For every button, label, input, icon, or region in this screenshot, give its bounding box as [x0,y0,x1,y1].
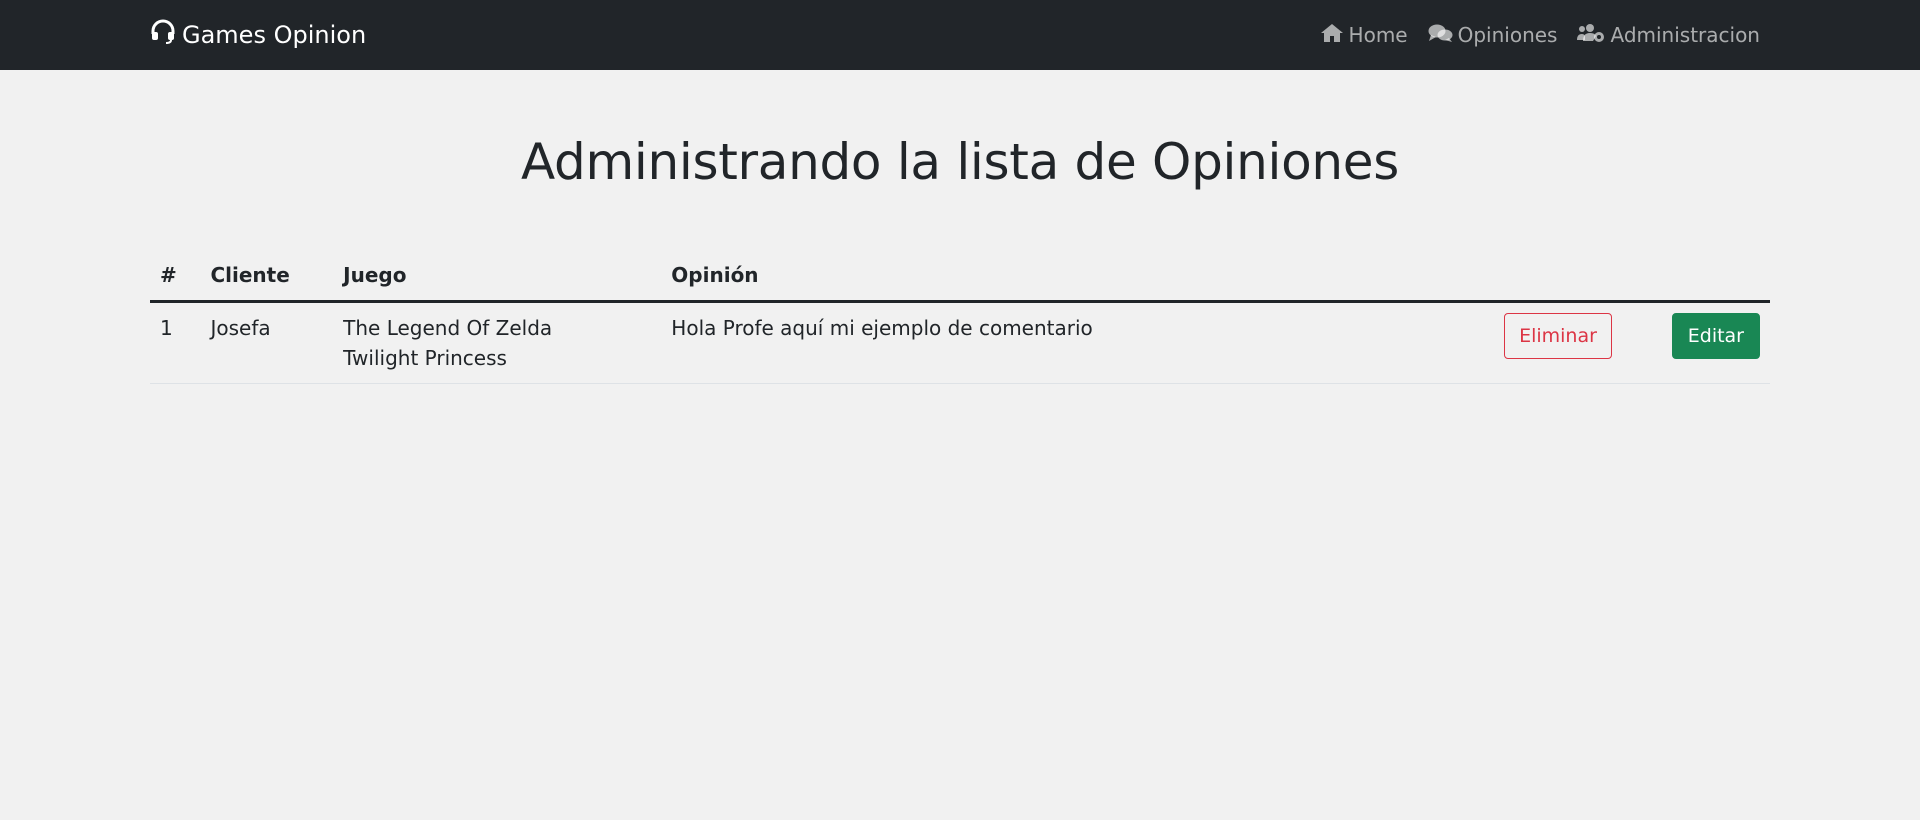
table-header-row: # Cliente Juego Opinión [150,250,1770,303]
header-empty-edit [1611,250,1770,303]
cell-cliente: Josefa [200,301,334,384]
headset-icon [150,19,182,51]
cell-edit: Editar [1611,301,1770,384]
nav-home[interactable]: Home [1320,23,1408,48]
users-cog-icon [1577,23,1610,48]
table-body: 1 Josefa The Legend Of Zelda Twilight Pr… [150,301,1770,384]
opinions-table: # Cliente Juego Opinión 1 Josefa The Leg… [150,250,1770,384]
nav-administracion[interactable]: Administracion [1577,23,1760,48]
table-header: # Cliente Juego Opinión [150,250,1770,303]
cell-id: 1 [150,301,201,384]
header-empty-delete [1453,250,1612,303]
cell-juego-line2: Twilight Princess [343,346,507,370]
delete-button[interactable]: Eliminar [1504,313,1612,359]
nav-opiniones[interactable]: Opiniones [1428,23,1558,48]
navbar-inner: Games Opinion Home Opiniones Administrac… [150,0,1770,70]
nav-home-label: Home [1348,23,1408,47]
comments-icon [1428,23,1458,48]
header-opinion: Opinión [661,250,1454,303]
page-title: Administrando la lista de Opiniones [521,133,1399,191]
table-row: 1 Josefa The Legend Of Zelda Twilight Pr… [150,301,1770,384]
nav-links: Home Opiniones Administracion [1300,23,1770,48]
edit-button[interactable]: Editar [1671,313,1760,359]
nav-administracion-label: Administracion [1610,23,1760,47]
cell-opinion: Hola Profe aquí mi ejemplo de comentario [661,301,1454,384]
cell-juego-line1: The Legend Of Zelda [343,316,553,340]
header-juego: Juego [333,250,662,303]
header-cliente: Cliente [200,250,334,303]
top-navbar: Games Opinion Home Opiniones Administrac… [0,0,1920,70]
brand-label: Games Opinion [182,21,367,49]
nav-opiniones-label: Opiniones [1457,23,1558,47]
cell-delete: Eliminar [1453,301,1612,384]
cell-juego: The Legend Of Zelda Twilight Princess [333,301,662,384]
home-icon [1320,23,1349,48]
brand-link[interactable]: Games Opinion [150,19,366,51]
main-container: Administrando la lista de Opiniones # Cl… [150,70,1770,384]
header-number: # [150,250,201,303]
